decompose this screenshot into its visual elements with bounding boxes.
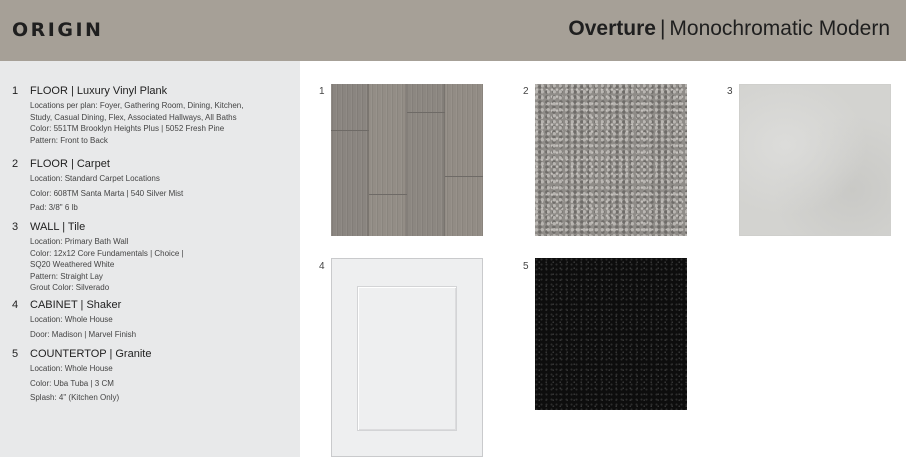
- spec-number: 1: [12, 85, 19, 97]
- spec-sidebar: 1 FLOOR | Luxury Vinyl Plank Locations pe…: [0, 61, 300, 457]
- spec-number: 2: [12, 158, 19, 170]
- swatch-number: 5: [523, 261, 529, 272]
- collection-title: Overture | Monochromatic Modern: [568, 17, 890, 41]
- spec-title: WALL | Tile: [30, 221, 86, 233]
- spec-number: 3: [12, 221, 19, 233]
- swatch-luxury-vinyl-plank: [331, 84, 483, 236]
- cabinet-door-panel: [357, 286, 457, 431]
- spec-heading: 4 CABINET | Shaker: [12, 299, 298, 312]
- spec-detail: Pad: 3/8" 6 lb: [30, 203, 78, 212]
- spec-title: COUNTERTOP | Granite: [30, 348, 152, 360]
- spec-item-floor-carpet: 2 FLOOR | Carpet Location: Standard Carpe…: [12, 158, 298, 214]
- swatch-number: 3: [727, 86, 733, 97]
- swatch-number: 4: [319, 261, 325, 272]
- swatch-shaker-cabinet: [331, 258, 483, 457]
- spec-detail: Location: Whole House: [30, 364, 113, 373]
- spec-detail: SQ20 Weathered White: [30, 260, 115, 269]
- spec-item-floor-lvp: 1 FLOOR | Luxury Vinyl Plank Locations pe…: [12, 85, 298, 146]
- spec-title: CABINET | Shaker: [30, 299, 122, 311]
- spec-detail: Location: Primary Bath Wall: [30, 237, 129, 246]
- spec-number: 5: [12, 348, 19, 360]
- spec-item-cabinet: 4 CABINET | Shaker Location: Whole House …: [12, 299, 298, 340]
- plank-seam: [445, 176, 483, 177]
- spec-detail: Location: Whole House: [30, 315, 113, 324]
- spec-title: FLOOR | Luxury Vinyl Plank: [30, 85, 168, 97]
- spec-detail: Color: 608TM Santa Marta | 540 Silver Mi…: [30, 188, 184, 198]
- spec-heading: 2 FLOOR | Carpet: [12, 158, 298, 171]
- swatch-number: 1: [319, 86, 325, 97]
- spec-detail: Locations per plan: Foyer, Gathering Roo…: [30, 101, 244, 110]
- collection-name: Overture: [568, 17, 656, 40]
- spec-item-countertop: 5 COUNTERTOP | Granite Location: Whole Ho…: [12, 348, 298, 404]
- spec-title: FLOOR | Carpet: [30, 158, 110, 170]
- spec-item-wall-tile: 3 WALL | Tile Location: Primary Bath Wall…: [12, 221, 298, 294]
- title-separator: |: [659, 17, 666, 40]
- plank-seam: [369, 194, 407, 195]
- spec-detail: Location: Standard Carpet Locations: [30, 174, 160, 183]
- swatch-granite-countertop: [535, 258, 687, 410]
- spec-detail: Door: Madison | Marvel Finish: [30, 329, 137, 339]
- collection-subtitle: Monochromatic Modern: [669, 17, 890, 40]
- spec-detail: Grout Color: Silverado: [30, 283, 110, 292]
- swatch-number: 2: [523, 86, 529, 97]
- header-bar: ORIGIN Overture | Monochromatic Modern: [0, 0, 906, 61]
- brand-logo: ORIGIN: [12, 19, 104, 41]
- plank-seam: [407, 112, 445, 113]
- spec-heading: 1 FLOOR | Luxury Vinyl Plank: [12, 85, 298, 98]
- swatch-carpet: [535, 84, 687, 236]
- spec-detail: Pattern: Front to Back: [30, 135, 108, 145]
- spec-heading: 5 COUNTERTOP | Granite: [12, 348, 298, 361]
- spec-detail: Color: 551TM Brooklyn Heights Plus | 505…: [30, 124, 225, 133]
- spec-heading: 3 WALL | Tile: [12, 221, 298, 234]
- spec-detail: Splash: 4" (Kitchen Only): [30, 393, 120, 402]
- plank-seam: [331, 130, 369, 131]
- spec-detail: Color: 12x12 Core Fundamentals | Choice …: [30, 248, 184, 258]
- spec-detail: Color: Uba Tuba | 3 CM: [30, 378, 114, 388]
- spec-detail: Pattern: Straight Lay: [30, 271, 103, 281]
- spec-detail: Study, Casual Dining, Flex, Associated H…: [30, 112, 237, 122]
- swatch-wall-tile: [739, 84, 891, 236]
- spec-number: 4: [12, 299, 19, 311]
